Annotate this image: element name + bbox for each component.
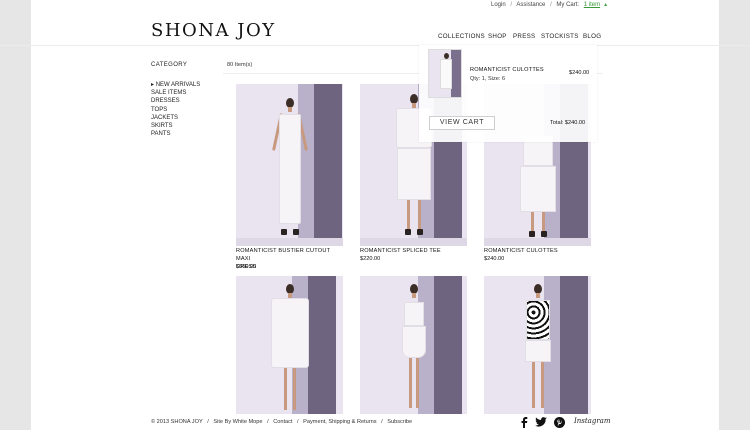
separator: /	[267, 419, 269, 425]
model-shoe	[416, 229, 423, 235]
shift-dress	[270, 298, 309, 368]
model-figure	[267, 284, 313, 414]
model-leg	[408, 358, 412, 408]
model-leg	[540, 362, 544, 408]
nav-blog[interactable]: BLOG	[583, 33, 601, 40]
utility-bar: Login / Assistance / My Cart: 1 item ▲	[491, 2, 611, 8]
category-label: NEW ARRIVALS	[155, 82, 201, 88]
backdrop-wall	[560, 276, 588, 414]
nav-stockists[interactable]: STOCKISTS	[541, 33, 579, 40]
cart-count-link[interactable]: 1 item	[584, 2, 600, 8]
contact-link[interactable]: Contact	[273, 419, 292, 425]
subscribe-link[interactable]: Subscribe	[387, 419, 412, 425]
cart-dropdown: ROMANTICIST CULOTTES Qty: 1, Size: 6 $24…	[419, 45, 597, 142]
category-title: CATEGORY	[151, 62, 188, 68]
model-shoe	[404, 229, 411, 235]
model-shoe	[280, 229, 287, 235]
nav-divider	[0, 45, 750, 46]
cart-item-details: Qty: 1, Size: 6	[470, 76, 506, 82]
model-leg	[530, 212, 534, 232]
backdrop-wall	[434, 276, 462, 414]
model-leg	[283, 368, 287, 410]
model-neck	[535, 293, 540, 298]
nav-shop[interactable]: SHOP	[488, 33, 507, 40]
assistance-link[interactable]: Assistance	[516, 2, 545, 8]
instagram-icon[interactable]: Instagram	[574, 417, 611, 425]
product-name[interactable]: ROMANTICIST CULOTTES	[484, 247, 594, 255]
login-link[interactable]: Login	[491, 2, 506, 8]
separator: /	[297, 419, 299, 425]
product-name[interactable]: ROMANTICIST SPLICED TEE	[360, 247, 470, 255]
model-neck	[411, 293, 416, 298]
product-price: $220.00	[360, 256, 381, 262]
model-figure	[516, 136, 560, 244]
copyright: © 2013 SHONA JOY	[151, 419, 203, 425]
thumbnail-backdrop	[451, 50, 461, 97]
category-jackets[interactable]: JACKETS	[151, 114, 200, 122]
my-cart-label: My Cart:	[556, 2, 580, 8]
separator: /	[207, 419, 209, 425]
results-count: 80 Item(s)	[227, 62, 253, 68]
maxi-dress	[278, 114, 301, 224]
site-by-link[interactable]: Site By White Mope	[213, 419, 262, 425]
model-neck	[287, 107, 292, 112]
cart-total: Total: $240.00	[550, 120, 586, 126]
thumbnail-garment	[440, 59, 452, 89]
twitter-icon[interactable]	[535, 416, 547, 428]
shorts	[524, 340, 551, 362]
product-image[interactable]	[236, 276, 343, 414]
product-name-line: ROMANTICIST BUSTIER CUTOUT MAXI	[236, 248, 331, 262]
category-tops[interactable]: TOPS	[151, 106, 200, 114]
model-shoe	[528, 231, 535, 237]
cart-item-name[interactable]: ROMANTICIST CULOTTES	[470, 67, 544, 73]
model-shoe	[540, 231, 547, 237]
model-leg	[292, 368, 296, 410]
category-sale-items[interactable]: SALE ITEMS	[151, 89, 200, 97]
model-leg	[531, 362, 535, 408]
product-price: $360.00	[236, 264, 257, 270]
printed-top	[525, 300, 550, 340]
separator: /	[381, 419, 383, 425]
view-cart-button[interactable]: VIEW CART	[429, 116, 495, 130]
category-new-arrivals[interactable]: ▸ NEW ARRIVALS	[151, 81, 200, 89]
separator: /	[510, 2, 513, 8]
skirt	[401, 326, 426, 358]
category-skirts[interactable]: SKIRTS	[151, 122, 200, 130]
category-dresses[interactable]: DRESSES	[151, 97, 200, 105]
nav-press[interactable]: PRESS	[513, 33, 535, 40]
cart-item-thumbnail[interactable]	[428, 49, 462, 98]
culottes	[396, 148, 431, 200]
model-shoe	[292, 229, 299, 235]
caret-up-icon[interactable]: ▲	[603, 2, 608, 8]
footer-links: © 2013 SHONA JOY / Site By White Mope / …	[151, 419, 415, 425]
model-leg	[541, 212, 545, 232]
product-image[interactable]	[484, 276, 591, 414]
model-figure	[518, 284, 558, 414]
site-logo[interactable]: SHONA JOY	[151, 20, 276, 41]
model-figure	[270, 98, 310, 243]
separator: /	[550, 2, 552, 8]
product-image[interactable]	[236, 84, 343, 246]
nav-collections[interactable]: COLLECTIONS	[438, 33, 485, 40]
category-list: ▸ NEW ARRIVALS SALE ITEMS DRESSES TOPS J…	[151, 81, 200, 138]
cart-item-price: $240.00	[569, 70, 590, 76]
category-pants[interactable]: PANTS	[151, 130, 200, 138]
model-leg	[417, 200, 421, 230]
halter-top	[403, 302, 424, 326]
model-figure	[394, 284, 434, 414]
backdrop-wall	[314, 84, 342, 246]
pinterest-icon[interactable]	[554, 416, 565, 428]
model-leg	[406, 200, 410, 230]
payment-link[interactable]: Payment, Shipping & Returns	[303, 419, 376, 425]
product-image[interactable]	[360, 276, 467, 414]
product-price: $240.00	[484, 256, 505, 262]
model-leg	[415, 358, 419, 408]
facebook-icon[interactable]	[520, 416, 528, 428]
culottes	[519, 166, 556, 212]
